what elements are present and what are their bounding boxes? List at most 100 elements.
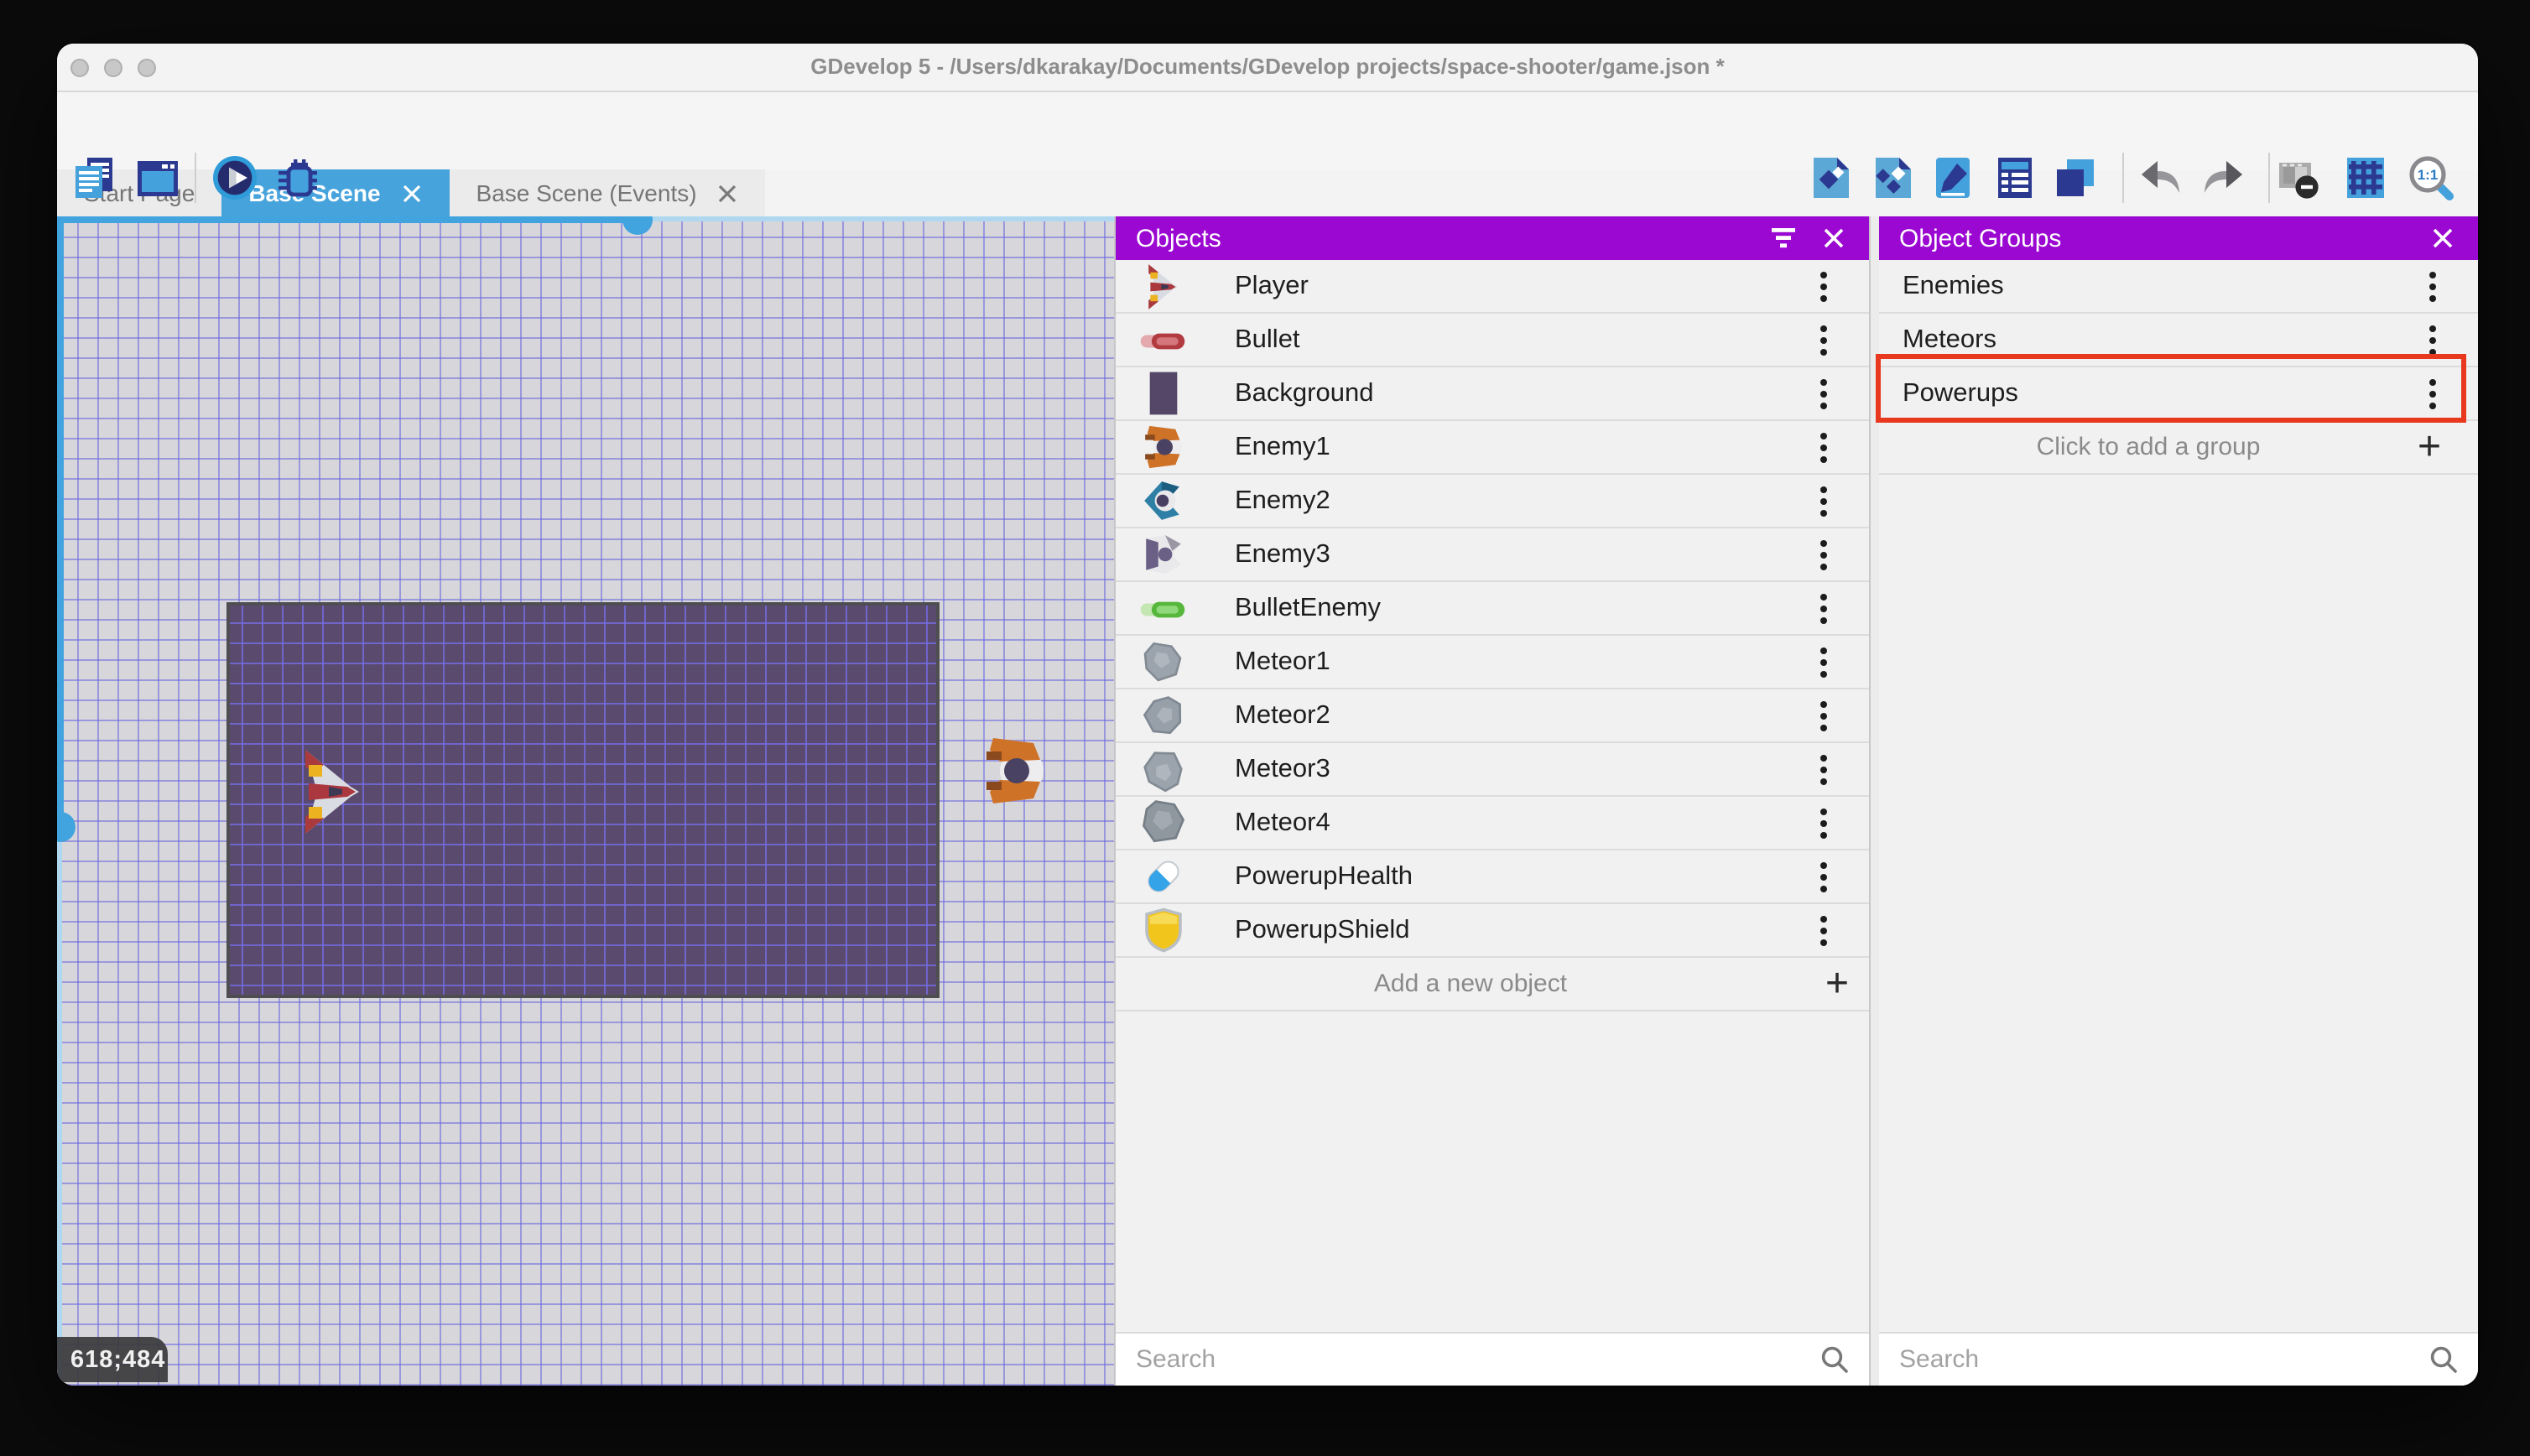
object-name: BulletEnemy (1235, 593, 1382, 621)
cursor-coordinates-badge: 618;484 (57, 1337, 168, 1382)
toolbar-button-play-preview[interactable] (211, 154, 258, 201)
tab-base-scene-events[interactable]: Base Scene (Events) (449, 169, 766, 216)
group-menu-icon[interactable] (2428, 269, 2438, 303)
add-group-row[interactable]: Click to add a group + (1879, 421, 2478, 475)
group-row-meteors[interactable]: Meteors (1879, 314, 2478, 367)
objects-panel-header: Objects (1116, 216, 1869, 260)
meteor1-rock-icon (1134, 637, 1191, 687)
object-menu-icon[interactable] (1819, 430, 1829, 464)
enemy-instance[interactable] (980, 733, 1047, 809)
toolbar-button-render-mask[interactable] (2275, 154, 2322, 201)
close-panel-icon[interactable] (2428, 223, 2458, 253)
object-menu-icon[interactable] (1819, 538, 1829, 571)
object-menu-icon[interactable] (1819, 269, 1829, 303)
instances-list-icon (1991, 154, 2038, 201)
object-row-powerupshield[interactable]: PowerupShield (1116, 904, 1869, 958)
toolbar-button-object-groups-editor[interactable] (1869, 154, 1916, 201)
object-name: PowerupHealth (1235, 861, 1413, 890)
object-menu-icon[interactable] (1819, 752, 1829, 786)
close-panel-icon[interactable] (1819, 223, 1849, 253)
toolbar-button-project-manager[interactable] (70, 154, 117, 201)
vertical-scrollbar[interactable] (57, 216, 63, 827)
powerup-shield-icon (1134, 905, 1191, 955)
main-toolbar: 1:1 (57, 92, 2478, 203)
player-instance[interactable] (300, 748, 361, 835)
toolbar-button-instances-list[interactable] (1991, 154, 2038, 201)
toolbar-separator (195, 153, 196, 203)
object-name: Background (1235, 378, 1374, 407)
redo-icon (2199, 154, 2246, 201)
tab-bar: Start Page Base Scene Base Scene (Events… (57, 169, 2478, 216)
tab-close-icon[interactable] (717, 182, 739, 204)
object-row-poweruphealth[interactable]: PowerupHealth (1116, 850, 1869, 904)
group-menu-icon[interactable] (2428, 377, 2438, 410)
toolbar-button-undo[interactable] (2137, 154, 2184, 201)
group-row-powerups[interactable]: Powerups (1879, 367, 2478, 421)
vertical-scrollbar-thumb[interactable] (57, 812, 75, 842)
undo-icon (2137, 154, 2184, 201)
svg-text:1:1: 1:1 (2418, 167, 2439, 183)
title-bar: GDevelop 5 - /Users/dkarakay/Documents/G… (57, 44, 2478, 92)
object-row-meteor3[interactable]: Meteor3 (1116, 743, 1869, 797)
object-groups-list: Enemies Meteors Powerups Click to add a … (1879, 260, 2478, 1332)
object-row-meteor2[interactable]: Meteor2 (1116, 689, 1869, 743)
toolbar-button-layers[interactable] (2052, 154, 2099, 201)
object-row-bullet[interactable]: Bullet (1116, 314, 1869, 367)
search-icon (1820, 1345, 1849, 1374)
bullet-red-icon (1134, 315, 1191, 365)
object-menu-icon[interactable] (1819, 323, 1829, 356)
object-row-bulletenemy[interactable]: BulletEnemy (1116, 582, 1869, 636)
object-row-player[interactable]: Player (1116, 260, 1869, 314)
object-menu-icon[interactable] (1819, 591, 1829, 625)
toolbar-separator (2268, 153, 2270, 203)
group-name: Enemies (1903, 271, 2004, 299)
object-row-background[interactable]: Background (1116, 367, 1869, 421)
tab-close-icon[interactable] (401, 182, 423, 204)
object-row-enemy1[interactable]: Enemy1 (1116, 421, 1869, 475)
filter-icon[interactable] (1768, 223, 1799, 253)
group-row-enemies[interactable]: Enemies (1879, 260, 2478, 314)
object-row-meteor4[interactable]: Meteor4 (1116, 797, 1869, 850)
background-swatch-icon (1134, 368, 1191, 419)
add-group-label: Click to add a group (2036, 433, 2261, 461)
window-title: GDevelop 5 - /Users/dkarakay/Documents/G… (810, 54, 1725, 79)
horizontal-scrollbar[interactable] (57, 216, 638, 222)
toolbar-button-zoom-1-1[interactable]: 1:1 (2408, 154, 2455, 201)
objects-search-input[interactable] (1116, 1345, 1820, 1374)
add-object-row[interactable]: Add a new object + (1116, 958, 1869, 1011)
scene-editor-canvas[interactable]: 618;484 (57, 216, 1114, 1386)
object-menu-icon[interactable] (1819, 913, 1829, 947)
object-name: Meteor3 (1235, 754, 1330, 783)
toolbar-separator (2122, 153, 2124, 203)
add-object-plus-icon[interactable]: + (1825, 963, 1849, 1003)
toolbar-button-toggle-grid[interactable] (2342, 154, 2389, 201)
horizontal-scrollbar-thumb[interactable] (622, 216, 653, 235)
desktop-backdrop: GDevelop 5 - /Users/dkarakay/Documents/G… (0, 0, 2530, 1456)
object-groups-panel: Object Groups Enemies Meteors Powerups C… (1879, 216, 2478, 1386)
layers-icon (2052, 154, 2099, 201)
object-menu-icon[interactable] (1819, 645, 1829, 679)
object-menu-icon[interactable] (1819, 806, 1829, 840)
object-menu-icon[interactable] (1819, 699, 1829, 732)
object-row-enemy2[interactable]: Enemy2 (1116, 475, 1869, 528)
horizontal-scrollbar-track[interactable] (638, 216, 1114, 221)
object-name: Enemy3 (1235, 539, 1330, 568)
toolbar-button-start-page-window[interactable] (134, 154, 181, 201)
properties-icon (1929, 154, 1976, 201)
add-group-plus-icon[interactable]: + (2418, 426, 2441, 466)
toolbar-button-redo[interactable] (2199, 154, 2246, 201)
meteor3-rock-icon (1134, 744, 1191, 794)
toolbar-button-debug[interactable] (273, 154, 320, 201)
object-menu-icon[interactable] (1819, 860, 1829, 893)
start-page-window-icon (134, 154, 181, 201)
toolbar-button-properties[interactable] (1929, 154, 1976, 201)
vertical-scrollbar-track[interactable] (57, 827, 61, 1386)
object-row-meteor1[interactable]: Meteor1 (1116, 636, 1869, 689)
object-menu-icon[interactable] (1819, 484, 1829, 517)
objects-list: Player Bullet Background Enemy1 Enemy2 E… (1116, 260, 1869, 1332)
group-menu-icon[interactable] (2428, 323, 2438, 356)
object-menu-icon[interactable] (1819, 377, 1829, 410)
toolbar-button-objects-editor[interactable] (1807, 154, 1854, 201)
object-row-enemy3[interactable]: Enemy3 (1116, 528, 1869, 582)
groups-search-input[interactable] (1879, 1345, 2429, 1374)
